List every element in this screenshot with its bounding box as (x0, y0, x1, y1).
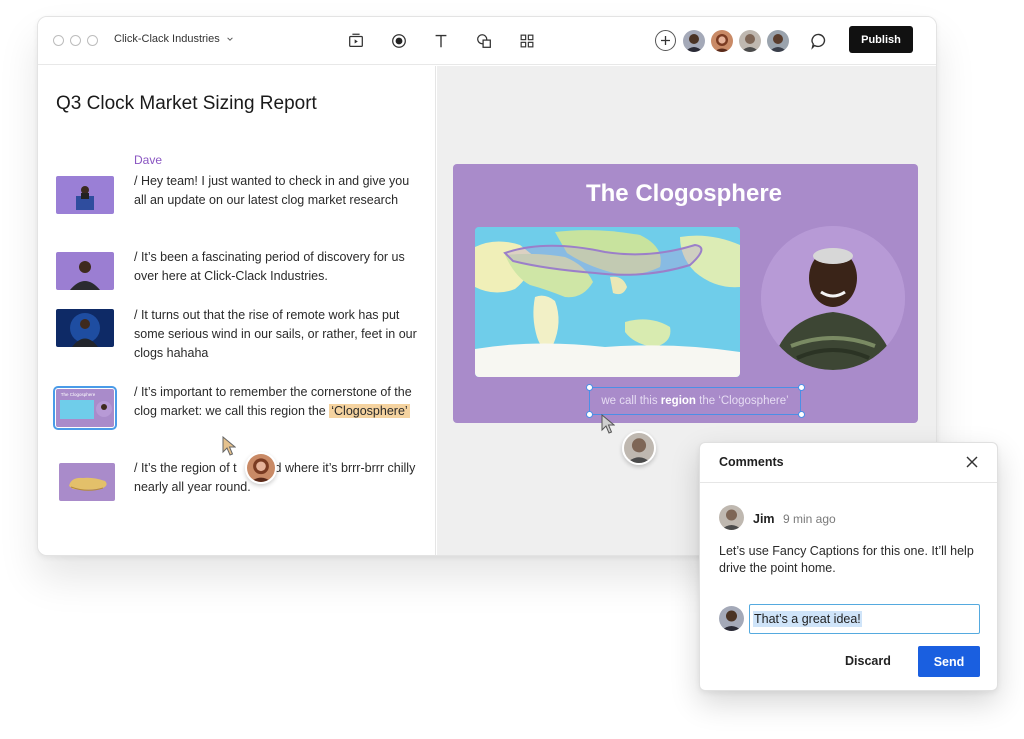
collaborator-cursor-avatar (622, 431, 656, 465)
comment-author-avatar (719, 505, 744, 530)
caption-emphasis: region (660, 395, 696, 407)
person-avatar-icon (247, 454, 275, 482)
collaborator-avatar[interactable] (683, 30, 705, 52)
person-avatar-icon (683, 30, 705, 52)
document-title[interactable]: Q3 Clock Market Sizing Report (56, 93, 317, 115)
thumb-slide-title: The Clogosphere (61, 392, 96, 397)
shapes-icon (477, 34, 491, 48)
window-minimize-dot[interactable] (70, 35, 81, 46)
comments-header: Comments (700, 443, 997, 483)
script-paragraph[interactable]: / It’s important to remember the corners… (134, 383, 419, 421)
comment-author: Jim (753, 512, 775, 526)
cursor-arrow-icon (222, 436, 236, 456)
comments-title: Comments (719, 455, 784, 469)
person-avatar-icon (624, 433, 654, 463)
scene-preview-image: The Clogosphere (56, 389, 114, 427)
reply-input-value: That’s a great idea! (753, 611, 862, 627)
close-icon[interactable] (965, 455, 979, 469)
scene-thumbnail-selected[interactable]: The Clogosphere (53, 386, 117, 430)
window-zoom-dot[interactable] (87, 35, 98, 46)
comments-toggle-button[interactable] (809, 31, 829, 51)
script-paragraph[interactable]: / It’s been a fascinating period of disc… (134, 248, 419, 286)
script-pane: Q3 Clock Market Sizing Report Dave The C… (38, 66, 436, 555)
resize-handle[interactable] (798, 411, 805, 418)
comment-timestamp: 9 min ago (783, 512, 836, 526)
script-paragraph[interactable]: / Hey team! I just wanted to check in an… (134, 172, 419, 210)
cursor-arrow-icon (601, 414, 615, 434)
person-avatar-icon (719, 606, 744, 631)
presenter-image (761, 226, 905, 370)
reply-input[interactable]: That’s a great idea! (749, 604, 980, 634)
record-slide-icon (349, 33, 363, 48)
grid-layout-button[interactable] (517, 31, 537, 51)
record-slide-button[interactable] (346, 31, 366, 51)
paragraph-text: / It’s the region of t (134, 461, 237, 475)
discard-button[interactable]: Discard (845, 654, 891, 668)
scene-preview-image (56, 176, 114, 214)
highlighted-term[interactable]: ‘Clogosphere’ (329, 404, 410, 418)
chat-icon (811, 33, 826, 50)
add-icon (661, 36, 670, 45)
person-avatar-icon (719, 505, 744, 530)
presenter-portrait[interactable] (761, 226, 905, 370)
workspace-name: Click-Clack Industries (114, 33, 220, 45)
record-icon (392, 34, 406, 48)
comment-body: Let’s use Fancy Captions for this one. I… (719, 544, 974, 575)
collaborator-avatar[interactable] (711, 30, 733, 52)
world-map-graphic (475, 227, 740, 377)
scene-preview-image (59, 463, 115, 501)
caption-text: we call this (601, 395, 658, 407)
caption-text-box[interactable]: we call this region the ‘Clogosphere’ (589, 387, 801, 415)
record-button[interactable] (389, 31, 409, 51)
person-avatar-icon (711, 30, 733, 52)
text-icon (435, 34, 447, 48)
slide-title[interactable]: The Clogosphere (453, 180, 915, 208)
add-collaborator-button[interactable] (655, 30, 676, 51)
scene-preview-image (56, 252, 114, 290)
resize-handle[interactable] (586, 411, 593, 418)
scene-thumbnail[interactable] (56, 176, 114, 214)
text-tool-button[interactable] (431, 31, 451, 51)
send-button[interactable]: Send (918, 646, 980, 677)
title-bar: Click-Clack Industries Publish (38, 17, 936, 65)
publish-button[interactable]: Publish (849, 26, 913, 53)
resize-handle[interactable] (586, 384, 593, 391)
grid-icon (520, 34, 534, 48)
caption-text: the ‘Clogosphere’ (699, 395, 789, 407)
scene-thumbnail[interactable] (59, 463, 115, 501)
shapes-tool-button[interactable] (474, 31, 494, 51)
current-user-avatar (719, 606, 744, 631)
world-map-image[interactable] (475, 227, 740, 377)
scene-thumbnail[interactable] (56, 252, 114, 290)
speaker-name: Dave (134, 153, 163, 167)
collaborator-avatar[interactable] (739, 30, 761, 52)
person-avatar-icon (739, 30, 761, 52)
script-paragraph[interactable]: / It turns out that the rise of remote w… (134, 306, 419, 363)
collaborator-avatar[interactable] (767, 30, 789, 52)
scene-thumbnail[interactable] (56, 309, 114, 347)
chevron-down-icon (227, 37, 233, 41)
slide-canvas[interactable]: The Clogosphere we call this region the … (453, 164, 918, 423)
resize-handle[interactable] (798, 384, 805, 391)
scene-preview-image (56, 309, 114, 347)
comments-panel: Comments Jim 9 min ago Let’s use Fancy C… (699, 442, 998, 691)
window-close-dot[interactable] (53, 35, 64, 46)
person-avatar-icon (767, 30, 789, 52)
workspace-switcher[interactable]: Click-Clack Industries (114, 33, 234, 45)
collaborator-cursor-avatar (245, 452, 277, 484)
